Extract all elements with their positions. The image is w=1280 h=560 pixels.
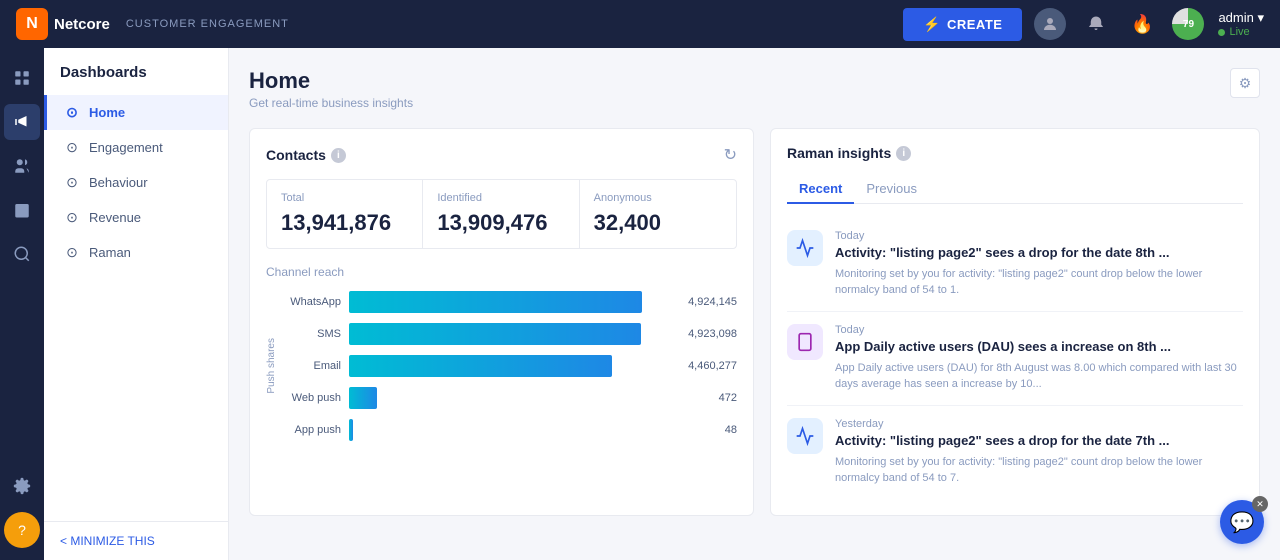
live-status: Live	[1218, 26, 1264, 38]
icon-bar-help[interactable]: ?	[4, 512, 40, 548]
create-button[interactable]: ⚡ CREATE	[903, 8, 1022, 41]
insight-content-2: Yesterday Activity: "listing page2" sees…	[835, 418, 1243, 487]
channel-sms: SMS 4,923,098	[281, 323, 737, 345]
notification-icon[interactable]	[1080, 8, 1112, 40]
insight-item-2: Yesterday Activity: "listing page2" sees…	[787, 406, 1243, 499]
apppush-bar	[349, 419, 353, 441]
icon-bar-megaphone[interactable]	[4, 104, 40, 140]
tab-recent[interactable]: Recent	[787, 175, 854, 204]
stat-total: Total 13,941,876	[267, 180, 423, 248]
insights-tabs: Recent Previous	[787, 175, 1243, 204]
insight-content-1: Today App Daily active users (DAU) sees …	[835, 324, 1243, 393]
y-axis-label: Push shares	[266, 338, 277, 394]
webpush-bar	[349, 387, 377, 409]
top-navigation: N Netcore CUSTOMER ENGAGEMENT ⚡ CREATE 🔥…	[0, 0, 1280, 48]
logo-icon: N	[16, 8, 48, 40]
stat-identified: Identified 13,909,476	[423, 180, 579, 248]
refresh-icon[interactable]: ↻	[724, 145, 737, 165]
nav-icons: 🔥 79 admin ▾ Live	[1034, 8, 1264, 40]
raman-icon: ⊙	[63, 244, 81, 261]
brand-name: Netcore	[54, 16, 110, 33]
sidebar-item-raman[interactable]: ⊙ Raman	[44, 235, 228, 270]
email-bar	[349, 355, 612, 377]
content-grid: Contacts i ↻ Total 13,941,876 Identified…	[249, 128, 1260, 516]
insight-icon-1	[787, 324, 823, 360]
contacts-card: Contacts i ↻ Total 13,941,876 Identified…	[249, 128, 754, 516]
chat-close-icon[interactable]: ✕	[1252, 496, 1268, 512]
page-title: Home	[249, 68, 413, 94]
sidebar-item-behaviour[interactable]: ⊙ Behaviour	[44, 165, 228, 200]
icon-bar-settings[interactable]	[4, 468, 40, 504]
contacts-stats: Total 13,941,876 Identified 13,909,476 A…	[266, 179, 737, 249]
score-circle[interactable]: 79	[1172, 8, 1204, 40]
icon-bar-calendar[interactable]	[4, 192, 40, 228]
contacts-title: Contacts i	[266, 147, 346, 163]
raman-insights-card: Raman insights i Recent Previous Today A	[770, 128, 1260, 516]
chat-bubble[interactable]: 💬 ✕	[1220, 500, 1264, 544]
insight-content-0: Today Activity: "listing page2" sees a d…	[835, 230, 1243, 299]
channel-webpush: Web push 472	[281, 387, 737, 409]
engagement-icon: ⊙	[63, 139, 81, 156]
sidebar: Dashboards ⊙ Home ⊙ Engagement ⊙ Behavio…	[44, 48, 229, 560]
icon-bar-grid[interactable]	[4, 60, 40, 96]
lightning-icon: ⚡	[923, 16, 941, 33]
chat-icon: 💬	[1230, 510, 1255, 535]
stat-anonymous: Anonymous 32,400	[580, 180, 736, 248]
sms-bar	[349, 323, 641, 345]
page-header: Home Get real-time business insights ⚙	[249, 68, 1260, 110]
icon-bar-users[interactable]	[4, 148, 40, 184]
revenue-icon: ⊙	[63, 209, 81, 226]
contacts-card-header: Contacts i ↻	[266, 145, 737, 165]
logo[interactable]: N Netcore	[16, 8, 110, 40]
home-icon: ⊙	[63, 104, 81, 121]
page-subtitle: Get real-time business insights	[249, 96, 413, 110]
insights-title: Raman insights i	[787, 145, 911, 161]
sidebar-item-revenue[interactable]: ⊙ Revenue	[44, 200, 228, 235]
live-dot	[1218, 29, 1225, 36]
contacts-info-icon[interactable]: i	[331, 148, 346, 163]
insight-icon-2	[787, 418, 823, 454]
channel-whatsapp: WhatsApp 4,924,145	[281, 291, 737, 313]
insights-info-icon[interactable]: i	[896, 146, 911, 161]
admin-menu[interactable]: admin ▾ Live	[1218, 10, 1264, 38]
fire-icon[interactable]: 🔥	[1126, 8, 1158, 40]
icon-bar-search[interactable]	[4, 236, 40, 272]
whatsapp-bar	[349, 291, 642, 313]
insight-icon-0	[787, 230, 823, 266]
insight-item-0: Today Activity: "listing page2" sees a d…	[787, 218, 1243, 312]
channel-reach-title: Channel reach	[266, 265, 737, 279]
insight-item-1: Today App Daily active users (DAU) sees …	[787, 312, 1243, 406]
sidebar-item-engagement[interactable]: ⊙ Engagement	[44, 130, 228, 165]
insights-header: Raman insights i	[787, 145, 1243, 161]
sidebar-title: Dashboards	[44, 64, 228, 95]
main-content: Home Get real-time business insights ⚙ C…	[229, 48, 1280, 560]
icon-bar: ?	[0, 48, 44, 560]
channel-email: Email 4,460,277	[281, 355, 737, 377]
minimize-sidebar[interactable]: < MINIMIZE THIS	[44, 521, 228, 560]
behaviour-icon: ⊙	[63, 174, 81, 191]
channel-chart: WhatsApp 4,924,145 SMS 4,	[281, 291, 737, 441]
user-icon[interactable]	[1034, 8, 1066, 40]
sidebar-item-home[interactable]: ⊙ Home	[44, 95, 228, 130]
settings-button[interactable]: ⚙	[1230, 68, 1260, 98]
channel-apppush: App push 48	[281, 419, 737, 441]
product-subtitle: CUSTOMER ENGAGEMENT	[126, 18, 289, 30]
tab-previous[interactable]: Previous	[854, 175, 929, 204]
